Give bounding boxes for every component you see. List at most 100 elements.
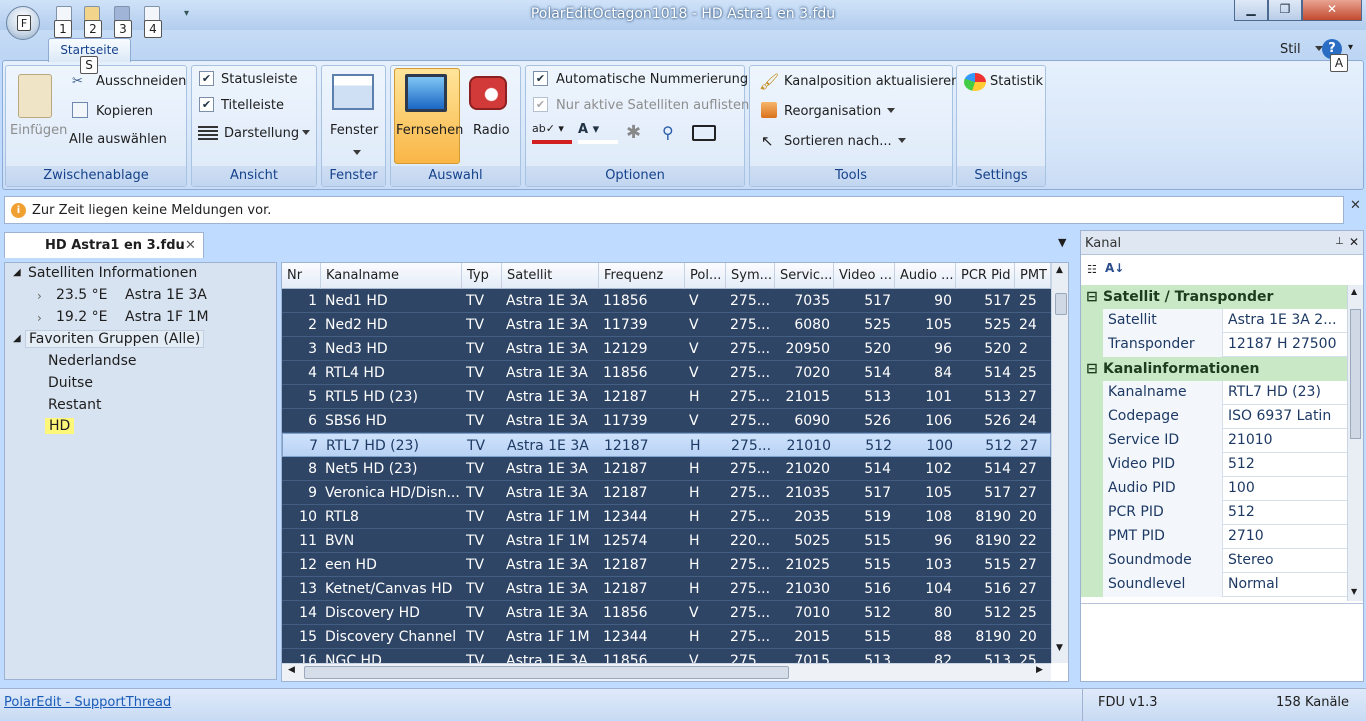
prop-row[interactable]: Service ID 21010 xyxy=(1081,429,1347,453)
category-channel[interactable]: ⊟ Kanalinformationen xyxy=(1081,357,1347,381)
prop-row[interactable]: Soundlevel Normal xyxy=(1081,573,1347,597)
table-row[interactable]: 9 Veronica HD/Disn... TV Astra 1E 3A 12187 H 2… xyxy=(282,481,1051,505)
table-row[interactable]: 8 Net5 HD (23) TV Astra 1E 3A 12187 H 275... 21… xyxy=(282,457,1051,481)
properties-scrollbar[interactable]: ▲ ▼ xyxy=(1347,285,1363,601)
column-header[interactable]: PCR Pid xyxy=(956,263,1015,289)
tree-satellites-root[interactable]: Satelliten Informationen xyxy=(28,265,197,281)
search-icon[interactable]: ⚲ xyxy=(662,123,674,142)
tree-group[interactable]: Restant xyxy=(48,397,101,413)
support-link[interactable]: PolarEdit - SupportThread xyxy=(4,695,171,710)
column-header[interactable]: Pol... xyxy=(685,263,726,289)
grid-vertical-scrollbar[interactable]: ▲ ▼ xyxy=(1051,263,1068,663)
sort-dropdown[interactable]: Sortieren nach... xyxy=(784,134,906,149)
tree-sat-name[interactable]: Astra 1E 3A xyxy=(125,287,207,303)
prop-value[interactable]: Normal xyxy=(1223,573,1345,596)
tree-expander-icon[interactable]: ◢ xyxy=(13,267,21,278)
titlebar-checkbox[interactable]: ✔ xyxy=(199,97,214,112)
prop-value[interactable]: 21010 xyxy=(1223,429,1345,452)
paste-button[interactable]: Einfügen xyxy=(10,123,67,138)
pin-icon[interactable]: ⊥ xyxy=(1335,236,1344,247)
collapse-icon[interactable]: ⊟ xyxy=(1081,357,1103,381)
properties-close-icon[interactable]: ✕ xyxy=(1349,235,1359,249)
table-row[interactable]: 3 Ned3 HD TV Astra 1E 3A 12129 V 275... 20950 52… xyxy=(282,337,1051,361)
prop-row[interactable]: Soundmode Stereo xyxy=(1081,549,1347,573)
document-tab-close-icon[interactable]: ✕ xyxy=(185,238,196,253)
help-dropdown-icon[interactable]: ▾ xyxy=(1348,42,1353,53)
prop-value[interactable]: 512 xyxy=(1223,501,1345,524)
prop-row[interactable]: Codepage ISO 6937 Latin xyxy=(1081,405,1347,429)
scroll-up-icon[interactable]: ▲ xyxy=(1056,265,1063,275)
message-close-icon[interactable]: ✕ xyxy=(1350,198,1361,213)
font-color-icon[interactable]: A ▾ xyxy=(578,122,618,144)
scroll-down-icon[interactable]: ▼ xyxy=(1351,587,1357,596)
table-row[interactable]: 4 RTL4 HD TV Astra 1E 3A 11856 V 275... 7020 514… xyxy=(282,361,1051,385)
tree-expander-icon[interactable]: › xyxy=(37,289,42,303)
tree-favorites-root[interactable]: Favoriten Gruppen (Alle) xyxy=(25,330,205,348)
alphabetical-sort-icon[interactable]: A↓ xyxy=(1105,261,1124,275)
prop-row[interactable]: Video PID 512 xyxy=(1081,453,1347,477)
minimize-button[interactable]: ▁ xyxy=(1234,0,1268,21)
tree-expander-icon[interactable]: › xyxy=(37,311,42,325)
prop-value[interactable]: 100 xyxy=(1223,477,1345,500)
prop-value[interactable]: RTL7 HD (23) xyxy=(1223,381,1345,404)
table-row[interactable]: 6 SBS6 HD TV Astra 1E 3A 11739 V 275... 6090 526… xyxy=(282,409,1051,433)
reorganize-dropdown[interactable]: Reorganisation xyxy=(784,104,896,119)
statusbar-checkbox[interactable]: ✔ xyxy=(199,71,214,86)
column-header[interactable]: Servic... xyxy=(775,263,834,289)
grid-horizontal-scrollbar[interactable]: ◀ ▶ xyxy=(282,663,1051,681)
prop-value[interactable]: Stereo xyxy=(1223,549,1345,572)
prop-value[interactable]: 512 xyxy=(1223,453,1345,476)
column-header[interactable]: Typ xyxy=(462,263,502,289)
column-header[interactable]: Kanalname xyxy=(321,263,462,289)
table-row[interactable]: 11 BVN TV Astra 1F 1M 12574 H 220... 5025 515 96 8… xyxy=(282,529,1051,553)
scroll-right-icon[interactable]: ▶ xyxy=(1036,665,1043,675)
prop-value[interactable]: 12187 H 27500 xyxy=(1223,333,1345,356)
categorized-icon[interactable]: ☷ xyxy=(1087,263,1097,276)
active-sats-checkbox[interactable]: ✔ xyxy=(533,97,548,112)
auto-numbering-checkbox[interactable]: ✔ xyxy=(533,71,548,86)
table-row[interactable]: 12 een HD TV Astra 1E 3A 12187 H 275... 21025 51… xyxy=(282,553,1051,577)
prop-value[interactable]: 2710 xyxy=(1223,525,1345,548)
prop-row[interactable]: PCR PID 512 xyxy=(1081,501,1347,525)
application-button[interactable]: F xyxy=(6,6,40,40)
scroll-down-icon[interactable]: ▼ xyxy=(1056,643,1063,653)
tree-sat-position[interactable]: 23.5 °E xyxy=(56,287,107,303)
category-satellite[interactable]: ⊟ Satellit / Transponder xyxy=(1081,285,1347,309)
qat-customize-icon[interactable]: ▾ xyxy=(184,8,189,19)
cut-button[interactable]: Ausschneiden xyxy=(96,74,186,89)
table-row[interactable]: 10 RTL8 TV Astra 1F 1M 12344 H 275... 2035 519 10… xyxy=(282,505,1051,529)
prop-row[interactable]: Satellit Astra 1E 3A 2... xyxy=(1081,309,1347,333)
prop-row[interactable]: Transponder 12187 H 27500 xyxy=(1081,333,1347,357)
scroll-up-icon[interactable]: ▲ xyxy=(1351,287,1357,296)
spellcheck-icon[interactable]: ab✓ ▾ xyxy=(532,122,572,144)
tree-sat-name[interactable]: Astra 1F 1M xyxy=(125,309,209,325)
tree-group[interactable]: Duitse xyxy=(48,375,93,391)
tree-sat-position[interactable]: 19.2 °E xyxy=(56,309,107,325)
statistics-button[interactable]: Statistik xyxy=(990,74,1043,89)
table-row[interactable]: 15 Discovery Channel TV Astra 1F 1M 12344 H 27… xyxy=(282,625,1051,649)
prop-row[interactable]: Audio PID 100 xyxy=(1081,477,1347,501)
maximize-button[interactable]: ❐ xyxy=(1268,0,1302,21)
column-header[interactable]: Nr xyxy=(282,263,321,289)
select-all-button[interactable]: Alle auswählen xyxy=(69,132,167,147)
puzzle-icon[interactable]: ✱ xyxy=(626,122,641,143)
column-header[interactable]: Sym... xyxy=(726,263,775,289)
copy-button[interactable]: Kopieren xyxy=(96,104,153,119)
table-row[interactable]: 5 RTL5 HD (23) TV Astra 1E 3A 12187 H 275... 21… xyxy=(282,385,1051,409)
scroll-thumb[interactable] xyxy=(1350,309,1361,439)
prop-row[interactable]: PMT PID 2710 xyxy=(1081,525,1347,549)
prop-value[interactable]: ISO 6937 Latin xyxy=(1223,405,1345,428)
column-header[interactable]: Audio ... xyxy=(895,263,956,289)
prop-value[interactable]: Astra 1E 3A 2... xyxy=(1223,309,1345,332)
tree-group-selected[interactable]: HD xyxy=(45,418,75,434)
table-row[interactable]: 13 Ketnet/Canvas HD TV Astra 1E 3A 12187 H 275… xyxy=(282,577,1051,601)
window-button[interactable]: Fenster xyxy=(330,123,378,138)
window-dropdown-icon[interactable] xyxy=(350,146,361,161)
tree-expander-icon[interactable]: ◢ xyxy=(13,333,21,344)
radio-button[interactable]: Radio xyxy=(473,123,510,138)
column-header[interactable]: Satellit xyxy=(502,263,599,289)
column-header[interactable]: PMT xyxy=(1015,263,1051,289)
tab-list-icon[interactable]: ▼ xyxy=(1058,236,1066,249)
collapse-icon[interactable]: ⊟ xyxy=(1081,285,1103,309)
scroll-left-icon[interactable]: ◀ xyxy=(288,665,295,675)
